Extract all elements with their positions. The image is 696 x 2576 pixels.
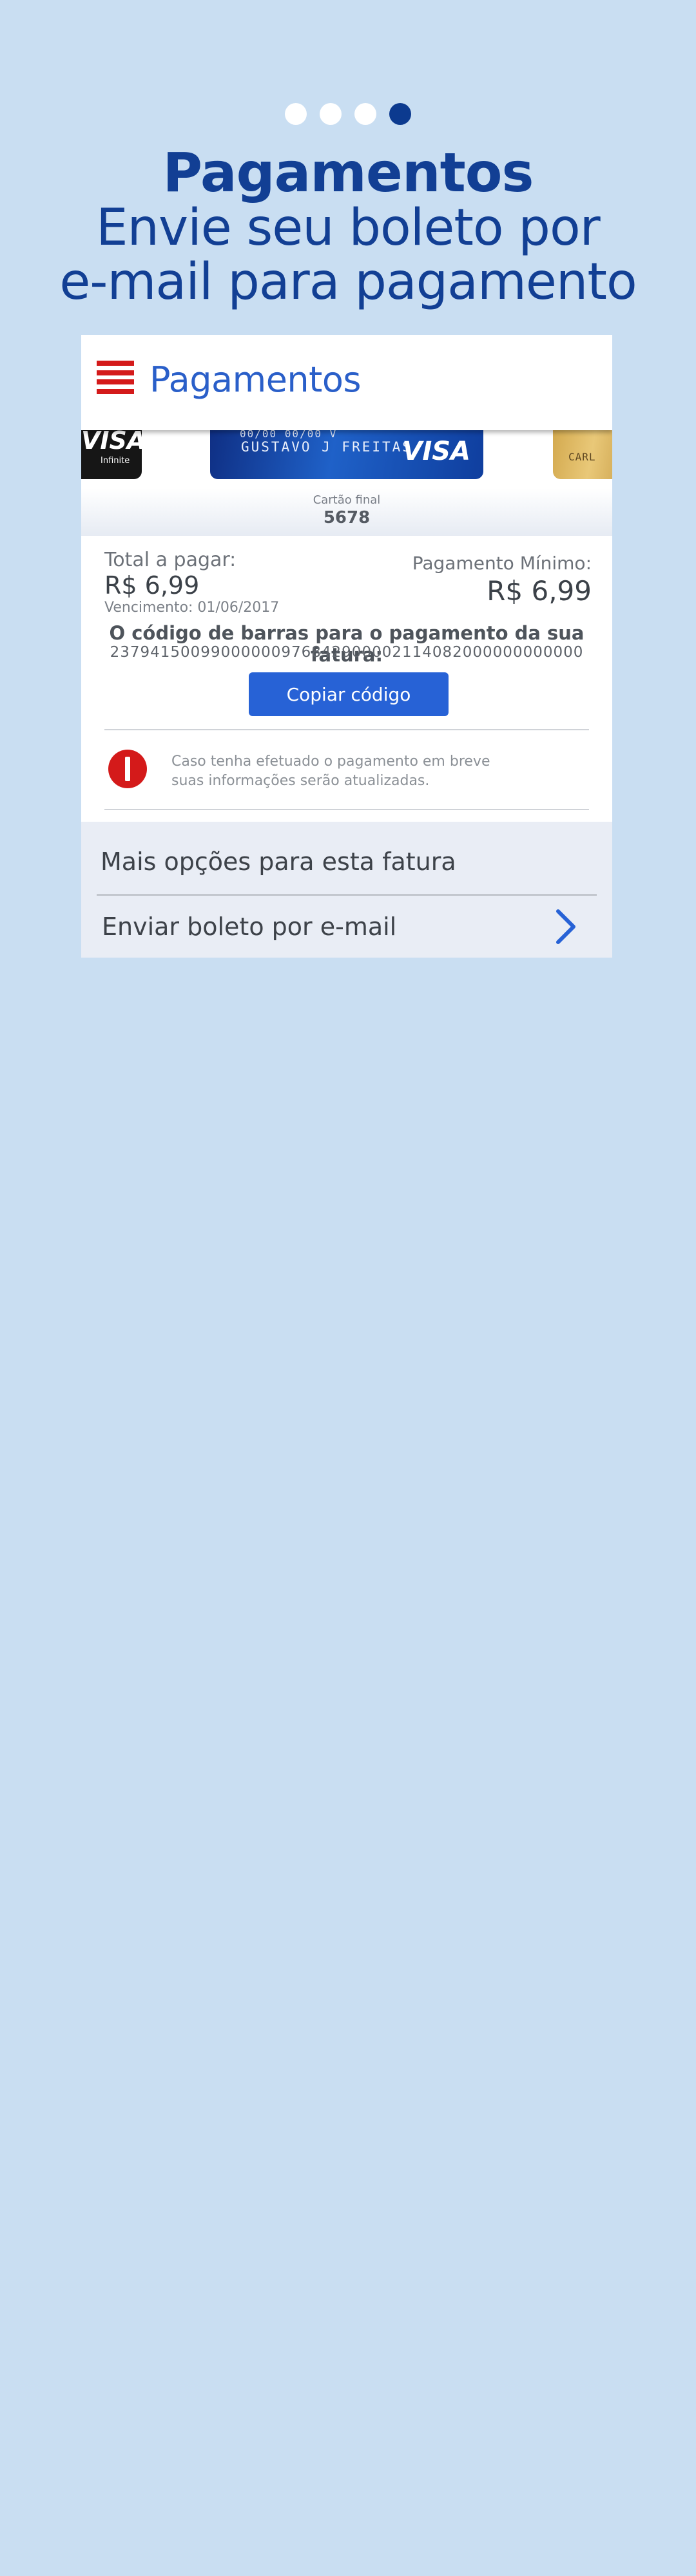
notice-line-2: suas informações serão atualizadas. bbox=[171, 772, 430, 789]
total-to-pay: Total a pagar: R$ 6,99 Vencimento: 01/06… bbox=[104, 549, 279, 616]
card-final-info: Cartão final 5678 bbox=[81, 493, 612, 527]
card-final-label: Cartão final bbox=[313, 493, 381, 507]
barcode-number: 2379415009900000097684290000211408200000… bbox=[110, 644, 584, 661]
chevron-right-icon bbox=[556, 909, 575, 944]
card-selected[interactable]: 00/00 00/00 V GUSTAVO J FREITAS VISA bbox=[210, 430, 483, 479]
send-boleto-email-row[interactable]: Enviar boleto por e-mail bbox=[81, 896, 612, 958]
card-brand-label: VISA bbox=[81, 430, 146, 455]
page-indicator bbox=[0, 103, 696, 125]
divider bbox=[104, 809, 589, 810]
promo-title: Pagamentos bbox=[162, 141, 534, 204]
card-tier-label: Infinite bbox=[101, 456, 130, 466]
card-visa-infinite[interactable]: VISA Infinite bbox=[81, 430, 146, 479]
card-carousel[interactable]: VISA Infinite 00/00 00/00 V GUSTAVO J FR… bbox=[81, 430, 612, 536]
page-dot-1[interactable] bbox=[285, 103, 307, 125]
phone-screen: Pagamentos VISA Infinite 00/00 00/00 V G… bbox=[81, 335, 612, 958]
minimum-payment: Pagamento Mínimo: R$ 6,99 bbox=[412, 553, 592, 607]
page-dot-4-active[interactable] bbox=[389, 103, 411, 125]
app-bar: Pagamentos bbox=[81, 335, 612, 430]
promo-subtitle-line-2: e-mail para pagamento bbox=[59, 253, 637, 312]
due-date: Vencimento: 01/06/2017 bbox=[104, 600, 280, 616]
payment-notice: Caso tenha efetuado o pagamento em breve… bbox=[171, 752, 507, 790]
card-final-number: 5678 bbox=[323, 508, 371, 527]
card-holder-name: CARL bbox=[568, 451, 596, 463]
total-label: Total a pagar: bbox=[104, 549, 237, 571]
page-dot-2[interactable] bbox=[320, 103, 342, 125]
hamburger-menu-icon[interactable] bbox=[97, 361, 134, 394]
card-gold[interactable]: CARL bbox=[553, 430, 612, 479]
alert-icon bbox=[108, 750, 147, 788]
more-options-section: Mais opções para esta fatura Enviar bole… bbox=[81, 822, 612, 958]
total-value: R$ 6,99 bbox=[104, 571, 200, 600]
card-expiry: 00/00 00/00 V bbox=[240, 430, 338, 440]
promo-subtitle-line-1: Envie seu boleto por bbox=[96, 199, 600, 257]
card-brand-label: VISA bbox=[402, 437, 470, 466]
minimum-label: Pagamento Mínimo: bbox=[412, 553, 592, 574]
notice-line-1: Caso tenha efetuado o pagamento em breve bbox=[171, 753, 490, 770]
app-bar-title: Pagamentos bbox=[150, 359, 362, 400]
promo-headline: Pagamentos Envie seu boleto por e-mail p… bbox=[0, 146, 696, 309]
more-options-title: Mais opções para esta fatura bbox=[101, 848, 456, 876]
card-holder-name: GUSTAVO J FREITAS bbox=[241, 439, 412, 455]
copy-code-button[interactable]: Copiar código bbox=[249, 672, 449, 716]
minimum-value: R$ 6,99 bbox=[487, 575, 592, 607]
send-boleto-email-label: Enviar boleto por e-mail bbox=[102, 913, 397, 941]
page-dot-3[interactable] bbox=[354, 103, 376, 125]
divider bbox=[104, 729, 589, 730]
